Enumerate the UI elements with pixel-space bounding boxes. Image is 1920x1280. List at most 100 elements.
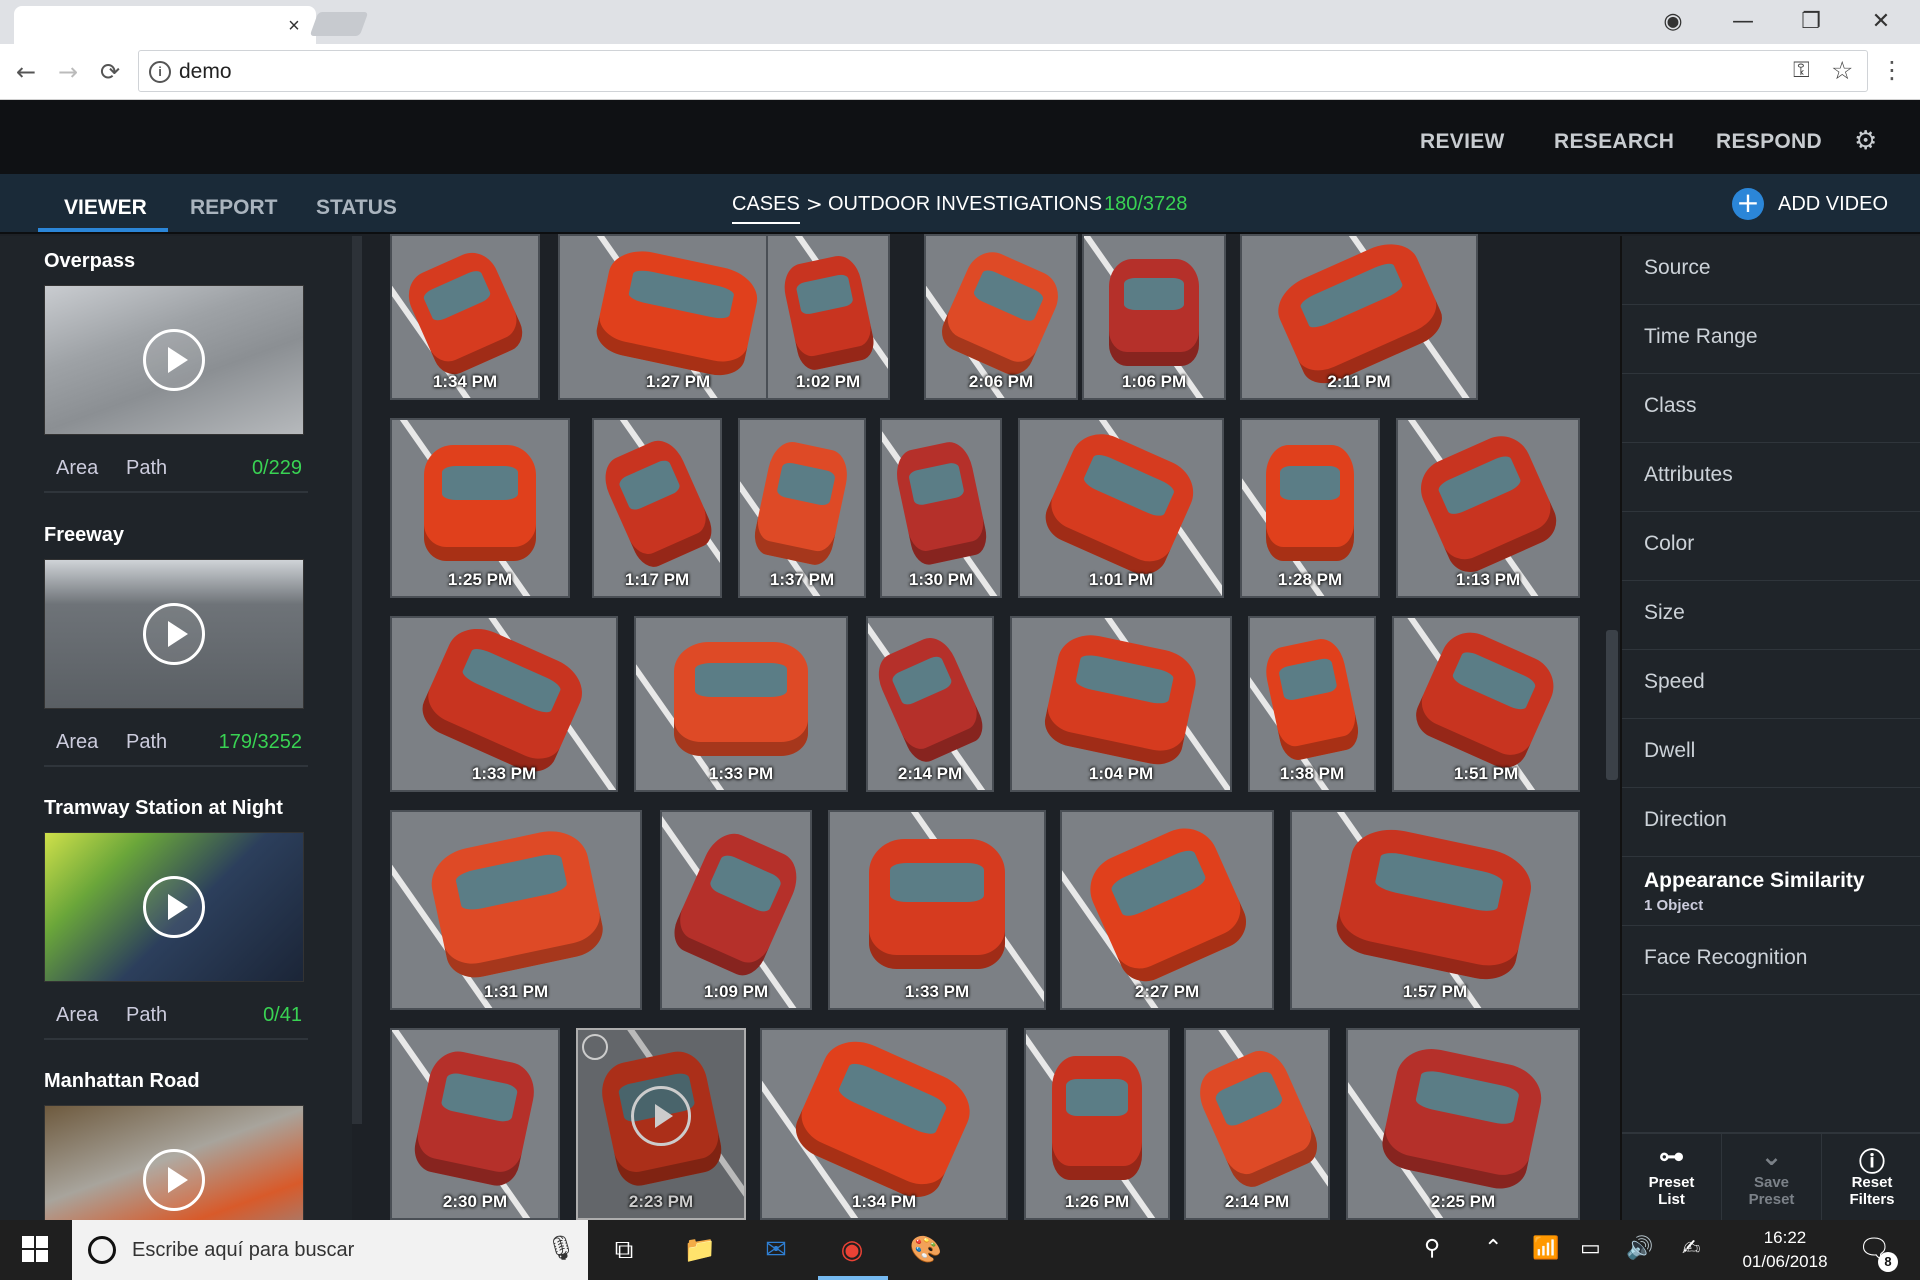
address-bar[interactable]: i demo ⚿ ☆: [138, 50, 1868, 92]
path-link[interactable]: Path: [126, 457, 167, 480]
result-thumbnail[interactable]: 1:28 PM: [1240, 418, 1380, 598]
chevron-up-icon[interactable]: ⌃: [1484, 1236, 1502, 1261]
result-thumbnail[interactable]: 1:33 PM: [828, 810, 1046, 1010]
reset-filters-button[interactable]: ⓘ Reset Filters: [1822, 1134, 1920, 1222]
account-icon[interactable]: ◉: [1648, 4, 1698, 40]
camera-card[interactable]: Freeway Area Path 179/3252: [44, 524, 308, 767]
filter-item[interactable]: Color: [1622, 512, 1920, 581]
filter-item[interactable]: Appearance Similarity 1 Object: [1622, 857, 1920, 926]
cortana-icon[interactable]: [88, 1236, 116, 1264]
tab-viewer[interactable]: VIEWER: [64, 196, 147, 220]
result-thumbnail[interactable]: 2:06 PM: [924, 234, 1078, 400]
result-thumbnail[interactable]: 1:51 PM: [1392, 616, 1580, 792]
preset-list-button[interactable]: ⊶ Preset List: [1622, 1134, 1722, 1222]
camera-card[interactable]: Manhattan Road: [44, 1070, 308, 1220]
tab-close-icon[interactable]: ×: [282, 14, 306, 38]
result-thumbnail[interactable]: 1:33 PM: [634, 616, 848, 792]
battery-icon[interactable]: ▭: [1580, 1236, 1601, 1261]
result-thumbnail[interactable]: 1:30 PM: [880, 418, 1002, 598]
result-thumbnail[interactable]: 1:57 PM: [1290, 810, 1580, 1010]
result-thumbnail[interactable]: 1:34 PM: [390, 234, 540, 400]
people-icon[interactable]: ⚲: [1424, 1236, 1440, 1261]
select-checkbox-icon[interactable]: [582, 1034, 608, 1060]
camera-thumbnail[interactable]: [44, 285, 304, 435]
task-view-icon[interactable]: ⧉: [604, 1230, 644, 1270]
filter-item[interactable]: Source: [1622, 236, 1920, 305]
play-icon[interactable]: [631, 1086, 691, 1146]
result-thumbnail[interactable]: 2:25 PM: [1346, 1028, 1580, 1220]
result-thumbnail[interactable]: 1:02 PM: [766, 234, 890, 400]
filter-item[interactable]: Direction: [1622, 788, 1920, 857]
result-thumbnail[interactable]: 1:33 PM: [390, 616, 618, 792]
filter-item[interactable]: Face Recognition: [1622, 926, 1920, 995]
camera-card[interactable]: Tramway Station at Night Area Path 0/41: [44, 797, 308, 1040]
result-thumbnail[interactable]: 1:26 PM: [1024, 1028, 1170, 1220]
result-thumbnail[interactable]: 1:04 PM: [1010, 616, 1232, 792]
area-link[interactable]: Area: [56, 457, 98, 480]
result-thumbnail[interactable]: 2:11 PM: [1240, 234, 1478, 400]
close-window-button[interactable]: ✕: [1856, 4, 1906, 40]
key-icon[interactable]: ⚿: [1793, 58, 1810, 83]
nav-research[interactable]: RESEARCH: [1554, 130, 1674, 154]
filter-item[interactable]: Time Range: [1622, 305, 1920, 374]
nav-review[interactable]: REVIEW: [1420, 130, 1505, 154]
camera-thumbnail[interactable]: [44, 832, 304, 982]
bookmark-star-icon[interactable]: ☆: [1831, 56, 1853, 85]
play-icon[interactable]: [143, 603, 205, 665]
nav-respond[interactable]: RESPOND: [1716, 130, 1822, 154]
file-explorer-icon[interactable]: 📁: [680, 1230, 720, 1270]
path-link[interactable]: Path: [126, 1004, 167, 1027]
tab-status[interactable]: STATUS: [316, 196, 397, 220]
reload-icon[interactable]: ⟳: [94, 56, 126, 88]
camera-card[interactable]: Overpass Area Path 0/229: [44, 250, 308, 493]
save-preset-button[interactable]: ⌄ Save Preset: [1722, 1134, 1822, 1222]
minimize-button[interactable]: —: [1718, 4, 1768, 40]
area-link[interactable]: Area: [56, 731, 98, 754]
outlook-icon[interactable]: ✉: [756, 1230, 796, 1270]
result-thumbnail[interactable]: 1:27 PM: [558, 234, 798, 400]
play-icon[interactable]: [143, 876, 205, 938]
result-thumbnail[interactable]: 1:25 PM: [390, 418, 570, 598]
result-thumbnail[interactable]: 1:06 PM: [1082, 234, 1226, 400]
wifi-icon[interactable]: 📶: [1532, 1236, 1559, 1261]
path-link[interactable]: Path: [126, 731, 167, 754]
result-thumbnail[interactable]: 2:14 PM: [1184, 1028, 1330, 1220]
filter-item[interactable]: Dwell: [1622, 719, 1920, 788]
result-thumbnail[interactable]: 1:17 PM: [592, 418, 722, 598]
forward-arrow-icon[interactable]: →: [52, 56, 84, 88]
tab-report[interactable]: REPORT: [190, 196, 278, 220]
browser-tab[interactable]: ×: [14, 6, 316, 44]
gear-icon[interactable]: ⚙: [1854, 126, 1877, 156]
camera-thumbnail[interactable]: [44, 559, 304, 709]
filter-item[interactable]: Class: [1622, 374, 1920, 443]
result-thumbnail[interactable]: 2:14 PM: [866, 616, 994, 792]
result-thumbnail[interactable]: 1:34 PM: [760, 1028, 1008, 1220]
play-icon[interactable]: [143, 1149, 205, 1211]
result-thumbnail[interactable]: 1:31 PM: [390, 810, 642, 1010]
add-video-button[interactable]: ADD VIDEO: [1778, 193, 1888, 216]
paint-icon[interactable]: 🎨: [906, 1230, 946, 1270]
windows-start-icon[interactable]: [22, 1236, 48, 1262]
results-scrollbar[interactable]: [1606, 630, 1618, 780]
pen-icon[interactable]: ✍: [1682, 1236, 1700, 1261]
browser-menu-icon[interactable]: ⋮: [1880, 56, 1904, 84]
filter-item[interactable]: Size: [1622, 581, 1920, 650]
area-link[interactable]: Area: [56, 1004, 98, 1027]
breadcrumb-cases[interactable]: CASES: [732, 193, 800, 224]
result-thumbnail[interactable]: 1:13 PM: [1396, 418, 1580, 598]
back-arrow-icon[interactable]: ←: [10, 56, 42, 88]
clock[interactable]: 16:22 01/06/2018: [1730, 1226, 1840, 1274]
result-thumbnail[interactable]: 2:23 PM: [576, 1028, 746, 1220]
result-thumbnail[interactable]: 1:09 PM: [660, 810, 812, 1010]
taskbar-search-placeholder[interactable]: Escribe aquí para buscar: [132, 1239, 354, 1262]
camera-thumbnail[interactable]: [44, 1105, 304, 1220]
new-tab-button[interactable]: [309, 12, 369, 36]
volume-icon[interactable]: 🔊: [1626, 1236, 1653, 1261]
result-thumbnail[interactable]: 1:38 PM: [1248, 616, 1376, 792]
play-icon[interactable]: [143, 329, 205, 391]
info-icon[interactable]: i: [149, 61, 171, 83]
taskbar-search[interactable]: Escribe aquí para buscar 🎙: [72, 1220, 588, 1280]
filter-item[interactable]: Attributes: [1622, 443, 1920, 512]
result-thumbnail[interactable]: 2:27 PM: [1060, 810, 1274, 1010]
microphone-icon[interactable]: 🎙: [546, 1234, 576, 1262]
